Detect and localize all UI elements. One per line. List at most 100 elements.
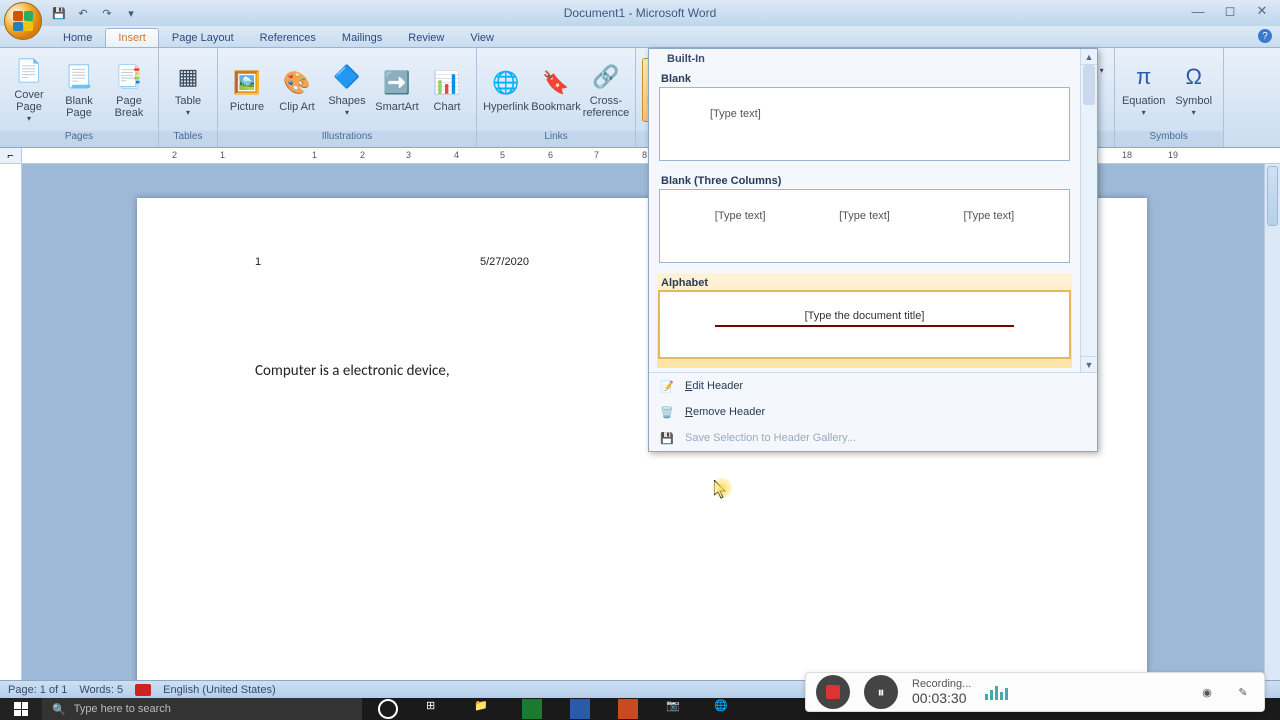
table-label: Table xyxy=(175,95,201,107)
table-button[interactable]: ▦Table▾ xyxy=(165,58,211,122)
ruler-corner: ⌐ xyxy=(0,148,22,163)
cover-page-button[interactable]: 📄Cover Page▾ xyxy=(6,52,52,128)
vertical-scrollbar[interactable] xyxy=(1264,164,1280,684)
cover-page-label: Cover Page xyxy=(11,89,47,113)
clipart-icon: 🎨 xyxy=(281,67,313,99)
close-button[interactable]: ✕ xyxy=(1248,2,1276,20)
redo-icon[interactable]: ↷ xyxy=(96,3,118,23)
quick-access-toolbar: 💾 ↶ ↷ ▾ xyxy=(48,0,142,26)
undo-icon[interactable]: ↶ xyxy=(72,3,94,23)
page-break-button[interactable]: 📑Page Break xyxy=(106,58,152,122)
picture-label: Picture xyxy=(230,101,264,113)
pen-icon[interactable]: ✎ xyxy=(1232,681,1254,703)
page-break-icon: 📑 xyxy=(113,61,145,93)
scroll-down-icon[interactable]: ▼ xyxy=(1081,356,1097,372)
tab-page-layout[interactable]: Page Layout xyxy=(159,28,247,47)
cross-reference-button[interactable]: 🔗Cross-reference xyxy=(583,58,629,122)
tab-mailings[interactable]: Mailings xyxy=(329,28,395,47)
language-status[interactable]: English (United States) xyxy=(163,684,276,696)
omega-icon: Ω xyxy=(1178,61,1210,93)
equation-button[interactable]: πEquation▾ xyxy=(1121,58,1167,122)
scroll-up-icon[interactable]: ▲ xyxy=(1081,49,1097,65)
group-links-label: Links xyxy=(477,131,635,147)
header-right-text: 5/27/2020 xyxy=(480,256,529,268)
cortana-icon[interactable] xyxy=(378,699,398,719)
gallery-scroll-thumb[interactable] xyxy=(1083,65,1095,105)
group-pages-label: Pages xyxy=(0,131,158,147)
scrollbar-thumb[interactable] xyxy=(1267,166,1278,226)
file-explorer-icon[interactable]: 📁 xyxy=(474,699,494,719)
search-icon: 🔍 xyxy=(52,703,66,716)
ribbon-tabs: Home Insert Page Layout References Maili… xyxy=(0,26,1280,48)
shapes-icon: 🔷 xyxy=(331,61,363,93)
tab-references[interactable]: References xyxy=(247,28,329,47)
hyperlink-label: Hyperlink xyxy=(483,101,529,113)
task-view-icon[interactable]: ⊞ xyxy=(426,699,446,719)
symbol-button[interactable]: ΩSymbol▾ xyxy=(1171,58,1217,122)
help-icon[interactable]: ? xyxy=(1258,29,1272,43)
proofing-icon[interactable] xyxy=(135,684,151,696)
smartart-icon: ➡️ xyxy=(381,67,413,99)
recording-status-label: Recording... xyxy=(912,678,971,690)
hyperlink-button[interactable]: 🌐 Hyperlink xyxy=(483,64,529,116)
document-body-text[interactable]: Computer is a electronic device, xyxy=(255,362,450,380)
pause-record-button[interactable]: ⏸ xyxy=(864,675,898,709)
header-gallery-dropdown: ▲ ▼ Built-In Blank [Type text] Blank (Th… xyxy=(648,48,1098,452)
page-break-label: Page Break xyxy=(111,95,147,119)
word-icon[interactable] xyxy=(570,699,590,719)
title-bar: 💾 ↶ ↷ ▾ Document1 - Microsoft Word — ◻ ✕ xyxy=(0,0,1280,26)
screen-recording-bar: ⏸ Recording... 00:03:30 ◉ ✎ xyxy=(805,672,1265,712)
edit-icon: 📝 xyxy=(659,378,675,394)
camera-icon[interactable]: 📷 xyxy=(666,699,686,719)
edit-header-label: Edit Header xyxy=(685,380,743,392)
taskbar-search[interactable]: 🔍 Type here to search xyxy=(42,698,362,720)
word-count[interactable]: Words: 5 xyxy=(79,684,123,696)
office-button[interactable] xyxy=(4,2,42,40)
smartart-button[interactable]: ➡️SmartArt xyxy=(374,64,420,116)
picture-button[interactable]: 🖼️Picture xyxy=(224,64,270,116)
placeholder-text: [Type text] xyxy=(715,210,766,222)
symbol-label: Symbol xyxy=(1175,95,1212,107)
chart-button[interactable]: 📊Chart xyxy=(424,64,470,116)
gallery-item-blank-three-columns[interactable]: Blank (Three Columns) [Type text] [Type … xyxy=(657,171,1072,273)
pi-icon: π xyxy=(1128,61,1160,93)
remove-header-menu-item[interactable]: 🗑️ Remove Header xyxy=(649,399,1097,425)
chrome-icon[interactable]: 🌐 xyxy=(714,699,734,719)
save-gallery-label: Save Selection to Header Gallery... xyxy=(685,432,856,444)
gallery-item-blank[interactable]: Blank [Type text] xyxy=(657,69,1072,171)
cross-ref-icon: 🔗 xyxy=(590,61,622,93)
clipart-button[interactable]: 🎨Clip Art xyxy=(274,64,320,116)
cross-ref-label: Cross-reference xyxy=(583,95,629,119)
bookmark-button[interactable]: 🔖Bookmark xyxy=(533,64,579,116)
shapes-button[interactable]: 🔷Shapes▾ xyxy=(324,58,370,122)
blank-page-button[interactable]: 📃Blank Page xyxy=(56,58,102,122)
gallery-item-alphabet[interactable]: Alphabet [Type the document title] xyxy=(657,273,1072,368)
gallery-item-three-col-label: Blank (Three Columns) xyxy=(659,173,1070,189)
maximize-button[interactable]: ◻ xyxy=(1216,2,1244,20)
placeholder-text: [Type the document title] xyxy=(805,310,925,322)
group-illustrations-label: Illustrations xyxy=(218,131,476,147)
powerpoint-icon[interactable] xyxy=(618,699,638,719)
excel-icon[interactable] xyxy=(522,699,542,719)
bookmark-label: Bookmark xyxy=(531,101,581,113)
qat-customize-icon[interactable]: ▾ xyxy=(120,3,142,23)
tab-home[interactable]: Home xyxy=(50,28,105,47)
minimize-button[interactable]: — xyxy=(1184,2,1212,20)
table-icon: ▦ xyxy=(172,61,204,93)
search-placeholder: Type here to search xyxy=(74,703,171,715)
tab-review[interactable]: Review xyxy=(395,28,457,47)
alphabet-rule-line xyxy=(715,325,1013,327)
stop-record-button[interactable] xyxy=(816,675,850,709)
page-status[interactable]: Page: 1 of 1 xyxy=(8,684,67,696)
tab-insert[interactable]: Insert xyxy=(105,28,159,47)
blank-page-label: Blank Page xyxy=(61,95,97,119)
save-icon[interactable]: 💾 xyxy=(48,3,70,23)
placeholder-text: [Type text] xyxy=(839,210,890,222)
tab-view[interactable]: View xyxy=(457,28,507,47)
start-button[interactable] xyxy=(0,698,42,720)
gallery-scrollbar[interactable]: ▲ ▼ xyxy=(1080,49,1097,372)
edit-header-menu-item[interactable]: 📝 Edit Header xyxy=(649,373,1097,399)
webcam-icon[interactable]: ◉ xyxy=(1196,681,1218,703)
chart-icon: 📊 xyxy=(431,67,463,99)
globe-icon: 🌐 xyxy=(490,67,522,99)
